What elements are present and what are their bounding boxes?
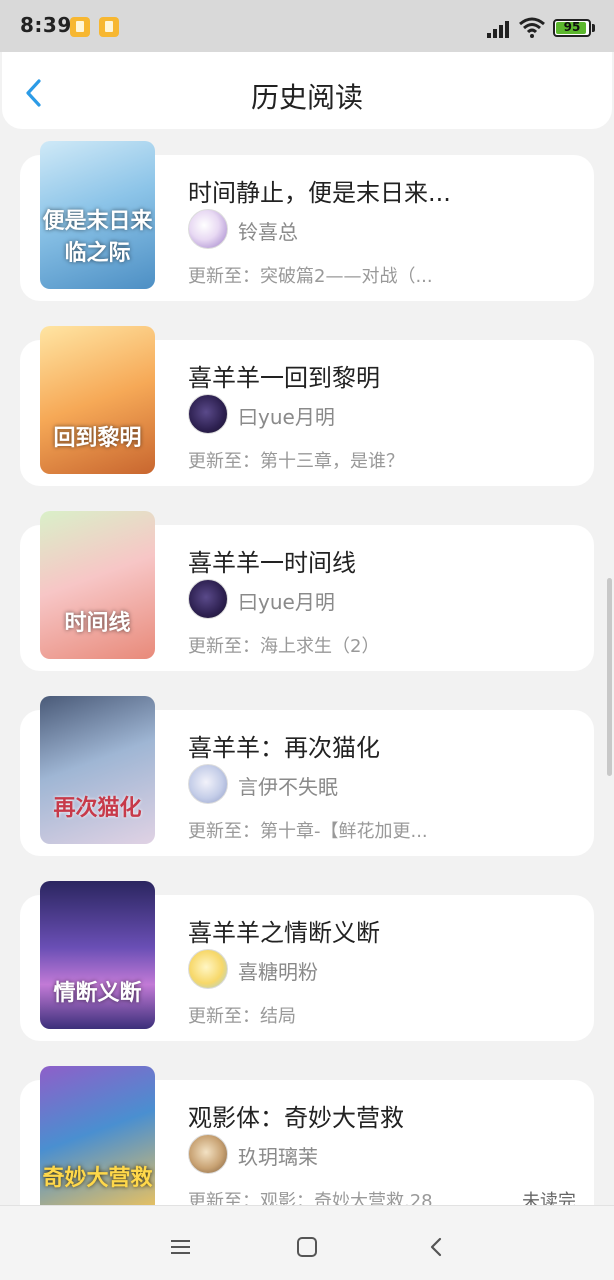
author-avatar[interactable] xyxy=(188,1134,228,1174)
author-name[interactable]: 铃喜总 xyxy=(238,216,298,245)
cover-title: 时间线 xyxy=(64,611,131,636)
wifi-icon xyxy=(519,17,545,38)
cover-title: 便是末日来临之际 xyxy=(42,209,153,266)
author-name[interactable]: 曰yue月明 xyxy=(238,401,335,430)
book-cover[interactable]: 时间线 xyxy=(40,511,155,659)
app-notification-icon xyxy=(99,17,119,37)
book-title[interactable]: 时间静止，便是末日来... xyxy=(188,173,578,208)
author-avatar[interactable] xyxy=(188,579,228,619)
signal-icon xyxy=(487,21,509,38)
book-cover[interactable]: 便是末日来临之际 xyxy=(40,141,155,289)
back-icon[interactable] xyxy=(428,1237,444,1257)
book-cover[interactable]: 奇妙大营救 xyxy=(40,1066,155,1205)
status-time: 8:39 xyxy=(20,13,72,37)
update-status: 更新至：结局 xyxy=(188,1006,296,1027)
cover-title: 奇妙大营救 xyxy=(42,1166,153,1191)
book-title[interactable]: 喜羊羊：再次猫化 xyxy=(188,728,578,763)
book-title[interactable]: 喜羊羊之情断义断 xyxy=(188,913,578,948)
book-card[interactable]: 再次猫化 喜羊羊：再次猫化 言伊不失眠 更新至：第十章-【鲜花加更... xyxy=(20,696,594,856)
unread-badge: 未读完 xyxy=(522,1191,576,1205)
status-bar: 8:39 95 xyxy=(0,0,614,52)
author-avatar[interactable] xyxy=(188,764,228,804)
battery-level: 95 xyxy=(563,20,581,34)
cover-title: 回到黎明 xyxy=(53,426,142,451)
book-cover[interactable]: 回到黎明 xyxy=(40,326,155,474)
page-title: 历史阅读 xyxy=(250,81,363,114)
book-card[interactable]: 奇妙大营救 观影体：奇妙大营救 玖玥璃茉 更新至：观影：奇妙大营救.28 未读完 xyxy=(20,1066,594,1205)
update-status: 更新至：海上求生（2） xyxy=(188,636,380,657)
system-nav-bar xyxy=(0,1205,614,1280)
book-cover[interactable]: 再次猫化 xyxy=(40,696,155,844)
update-status: 更新至：第十三章，是谁？ xyxy=(188,451,404,472)
book-cover[interactable]: 情断义断 xyxy=(40,881,155,1029)
author-avatar[interactable] xyxy=(188,949,228,989)
author-name[interactable]: 喜糖明粉 xyxy=(238,956,318,985)
author-avatar[interactable] xyxy=(188,209,228,249)
cover-title: 再次猫化 xyxy=(53,796,142,821)
app-header: 历史阅读 xyxy=(2,52,612,129)
book-card[interactable]: 情断义断 喜羊羊之情断义断 喜糖明粉 更新至：结局 xyxy=(20,881,594,1041)
home-icon[interactable] xyxy=(297,1237,317,1257)
reading-history-list[interactable]: 便是末日来临之际 时间静止，便是末日来... 铃喜总 更新至：突破篇2——对战（… xyxy=(0,129,614,1205)
cover-title: 情断义断 xyxy=(53,981,142,1006)
app-notification-icon xyxy=(70,17,90,37)
book-title[interactable]: 观影体：奇妙大营救 xyxy=(188,1098,578,1133)
scrollbar[interactable] xyxy=(607,578,612,776)
author-name[interactable]: 曰yue月明 xyxy=(238,586,335,615)
author-name[interactable]: 言伊不失眠 xyxy=(238,771,338,800)
update-status: 更新至：突破篇2——对战（... xyxy=(188,266,433,287)
book-title[interactable]: 喜羊羊一时间线 xyxy=(188,543,578,578)
author-name[interactable]: 玖玥璃茉 xyxy=(238,1141,318,1170)
book-title[interactable]: 喜羊羊一回到黎明 xyxy=(188,358,578,393)
book-card[interactable]: 时间线 喜羊羊一时间线 曰yue月明 更新至：海上求生（2） xyxy=(20,511,594,671)
menu-icon[interactable] xyxy=(171,1240,190,1254)
battery-icon: 95 xyxy=(553,19,591,37)
author-avatar[interactable] xyxy=(188,394,228,434)
book-card[interactable]: 便是末日来临之际 时间静止，便是末日来... 铃喜总 更新至：突破篇2——对战（… xyxy=(20,141,594,301)
update-status: 更新至：观影：奇妙大营救.28 xyxy=(188,1191,433,1205)
book-card[interactable]: 回到黎明 喜羊羊一回到黎明 曰yue月明 更新至：第十三章，是谁？ xyxy=(20,326,594,486)
update-status: 更新至：第十章-【鲜花加更... xyxy=(188,821,428,842)
battery-tip xyxy=(592,24,595,32)
